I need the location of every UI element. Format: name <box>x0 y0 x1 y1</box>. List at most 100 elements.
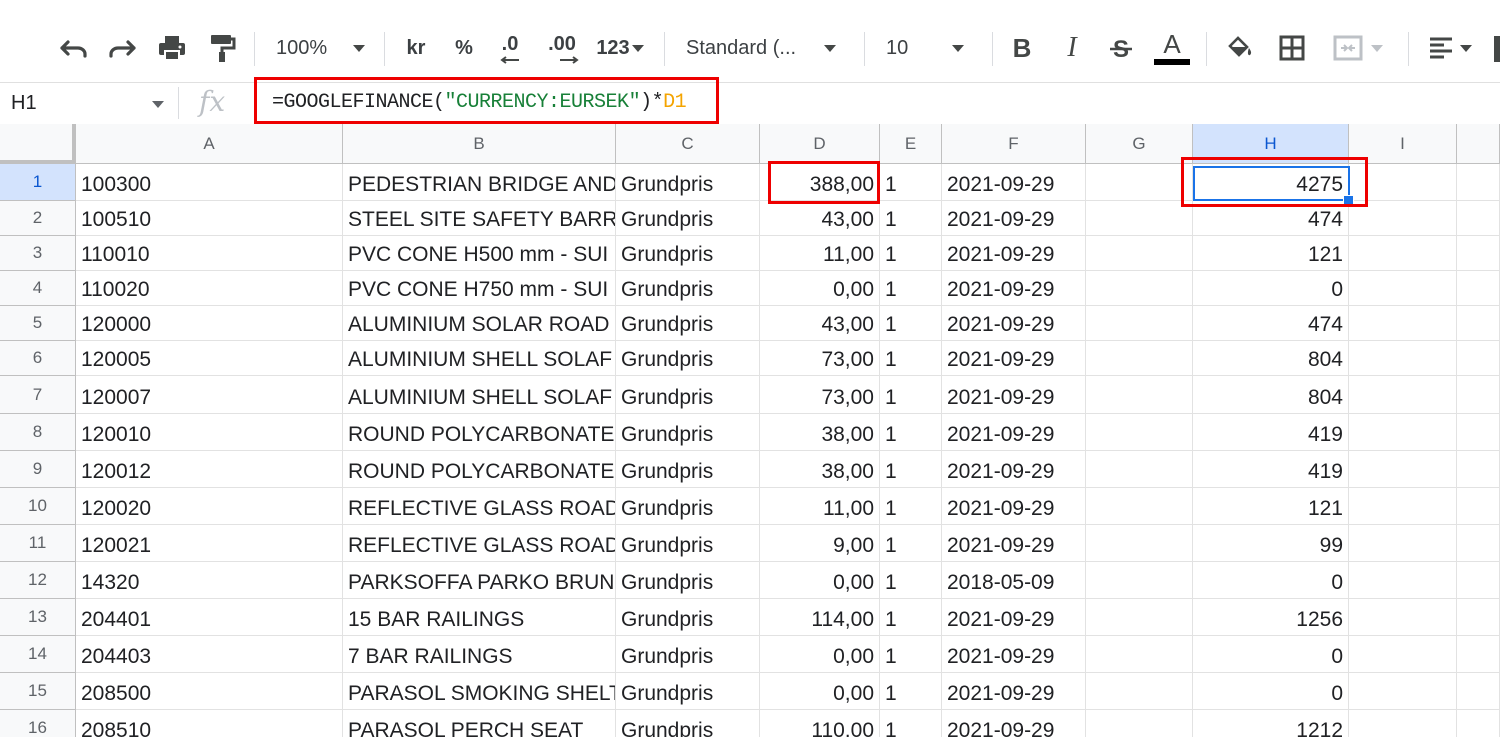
cell-f4[interactable]: 2021-09-29 <box>942 271 1086 306</box>
strikethrough-icon[interactable]: S <box>1104 28 1138 68</box>
cell-d6[interactable]: 73,00 <box>760 341 880 376</box>
decrease-decimal-button[interactable]: .0 <box>490 28 530 68</box>
cell-c9[interactable]: Grundpris <box>616 451 760 488</box>
cell-i13[interactable] <box>1349 599 1457 636</box>
cell-b7[interactable]: ALUMINIUM SHELL SOLAF <box>343 376 616 414</box>
row-header[interactable]: 14 <box>0 636 76 673</box>
cell-i11[interactable] <box>1349 525 1457 562</box>
cell-i5[interactable] <box>1349 306 1457 341</box>
cell-g4[interactable] <box>1086 271 1193 306</box>
cell-d2[interactable]: 43,00 <box>760 201 880 236</box>
row-header[interactable]: 3 <box>0 236 76 271</box>
cell-e13[interactable]: 1 <box>880 599 942 636</box>
cell-i10[interactable] <box>1349 488 1457 525</box>
cell-h4[interactable]: 0 <box>1193 271 1349 306</box>
cell-g13[interactable] <box>1086 599 1193 636</box>
cell-h15[interactable]: 0 <box>1193 673 1349 710</box>
more-formats-button[interactable]: 123 <box>590 28 650 68</box>
cell-j15[interactable] <box>1457 673 1500 710</box>
cell-i12[interactable] <box>1349 562 1457 599</box>
cell-g1[interactable] <box>1086 164 1193 201</box>
cell-i9[interactable] <box>1349 451 1457 488</box>
cell-h16[interactable]: 1212 <box>1193 710 1349 737</box>
cell-j1[interactable] <box>1457 164 1500 201</box>
cell-c12[interactable]: Grundpris <box>616 562 760 599</box>
cell-j4[interactable] <box>1457 271 1500 306</box>
cell-c2[interactable]: Grundpris <box>616 201 760 236</box>
row-header[interactable]: 11 <box>0 525 76 562</box>
column-header-b[interactable]: B <box>343 124 616 164</box>
cell-g8[interactable] <box>1086 414 1193 451</box>
cell-b2[interactable]: STEEL SITE SAFETY BARRIE <box>343 201 616 236</box>
cell-h12[interactable]: 0 <box>1193 562 1349 599</box>
cell-i15[interactable] <box>1349 673 1457 710</box>
cell-c16[interactable]: Grundpris <box>616 710 760 737</box>
cell-j5[interactable] <box>1457 306 1500 341</box>
cell-g11[interactable] <box>1086 525 1193 562</box>
cell-e15[interactable]: 1 <box>880 673 942 710</box>
horizontal-align-button[interactable] <box>1420 28 1480 68</box>
cell-g9[interactable] <box>1086 451 1193 488</box>
cell-b4[interactable]: PVC CONE H750 mm - SUI <box>343 271 616 306</box>
row-header[interactable]: 16 <box>0 710 76 737</box>
cell-d4[interactable]: 0,00 <box>760 271 880 306</box>
cell-a3[interactable]: 110010 <box>76 236 343 271</box>
cell-f16[interactable]: 2021-09-29 <box>942 710 1086 737</box>
column-header-g[interactable]: G <box>1086 124 1193 164</box>
cell-i4[interactable] <box>1349 271 1457 306</box>
cell-e5[interactable]: 1 <box>880 306 942 341</box>
cell-e4[interactable]: 1 <box>880 271 942 306</box>
cell-h10[interactable]: 121 <box>1193 488 1349 525</box>
cell-j7[interactable] <box>1457 376 1500 414</box>
cell-b1[interactable]: PEDESTRIAN BRIDGE AND <box>343 164 616 201</box>
cell-i7[interactable] <box>1349 376 1457 414</box>
cell-h11[interactable]: 99 <box>1193 525 1349 562</box>
cell-j11[interactable] <box>1457 525 1500 562</box>
cell-g5[interactable] <box>1086 306 1193 341</box>
cell-g2[interactable] <box>1086 201 1193 236</box>
cell-a6[interactable]: 120005 <box>76 341 343 376</box>
row-header[interactable]: 4 <box>0 271 76 306</box>
row-header[interactable]: 7 <box>0 376 76 414</box>
cell-e12[interactable]: 1 <box>880 562 942 599</box>
cell-i3[interactable] <box>1349 236 1457 271</box>
cell-b11[interactable]: REFLECTIVE GLASS ROAD <box>343 525 616 562</box>
cell-e11[interactable]: 1 <box>880 525 942 562</box>
cell-d16[interactable]: 110,00 <box>760 710 880 737</box>
cell-d12[interactable]: 0,00 <box>760 562 880 599</box>
row-header[interactable]: 6 <box>0 341 76 376</box>
cell-g6[interactable] <box>1086 341 1193 376</box>
cell-b16[interactable]: PARASOL PERCH SEAT <box>343 710 616 737</box>
cell-b13[interactable]: 15 BAR RAILINGS <box>343 599 616 636</box>
borders-icon[interactable] <box>1274 28 1310 68</box>
cell-a2[interactable]: 100510 <box>76 201 343 236</box>
cell-f8[interactable]: 2021-09-29 <box>942 414 1086 451</box>
cell-g3[interactable] <box>1086 236 1193 271</box>
name-box[interactable]: H1 <box>0 83 176 124</box>
cell-b6[interactable]: ALUMINIUM SHELL SOLAF <box>343 341 616 376</box>
cell-a12[interactable]: 14320 <box>76 562 343 599</box>
cell-c6[interactable]: Grundpris <box>616 341 760 376</box>
cell-i16[interactable] <box>1349 710 1457 737</box>
cell-e16[interactable]: 1 <box>880 710 942 737</box>
cell-h8[interactable]: 419 <box>1193 414 1349 451</box>
row-header[interactable]: 5 <box>0 306 76 341</box>
cell-b15[interactable]: PARASOL SMOKING SHELT <box>343 673 616 710</box>
cell-a7[interactable]: 120007 <box>76 376 343 414</box>
cell-d14[interactable]: 0,00 <box>760 636 880 673</box>
cell-f3[interactable]: 2021-09-29 <box>942 236 1086 271</box>
cell-f7[interactable]: 2021-09-29 <box>942 376 1086 414</box>
cell-d7[interactable]: 73,00 <box>760 376 880 414</box>
cell-g16[interactable] <box>1086 710 1193 737</box>
cell-f14[interactable]: 2021-09-29 <box>942 636 1086 673</box>
cell-h5[interactable]: 474 <box>1193 306 1349 341</box>
cell-i6[interactable] <box>1349 341 1457 376</box>
row-header[interactable]: 8 <box>0 414 76 451</box>
cell-f5[interactable]: 2021-09-29 <box>942 306 1086 341</box>
cell-c14[interactable]: Grundpris <box>616 636 760 673</box>
cell-a9[interactable]: 120012 <box>76 451 343 488</box>
cell-f2[interactable]: 2021-09-29 <box>942 201 1086 236</box>
cell-c4[interactable]: Grundpris <box>616 271 760 306</box>
cell-d9[interactable]: 38,00 <box>760 451 880 488</box>
cell-i14[interactable] <box>1349 636 1457 673</box>
